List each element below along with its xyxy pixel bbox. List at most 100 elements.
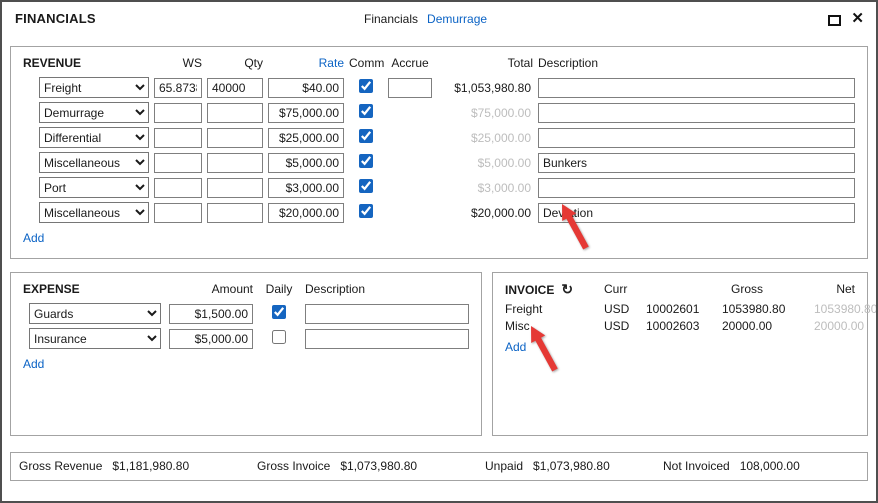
- ws-input[interactable]: [154, 128, 202, 148]
- comm-checkbox[interactable]: [359, 204, 373, 218]
- comm-checkbox[interactable]: [359, 79, 373, 93]
- revenue-row: Freight $1,053,980.80: [23, 77, 855, 98]
- rate-input[interactable]: [268, 178, 344, 198]
- qty-input[interactable]: [207, 78, 263, 98]
- ws-input[interactable]: [154, 153, 202, 173]
- not-invoiced-label: Not Invoiced: [663, 459, 730, 473]
- accrue-input[interactable]: [388, 78, 432, 98]
- revenue-row: Demurrage $75,000.00: [23, 102, 855, 123]
- revenue-row: Miscellaneous $5,000.00: [23, 152, 855, 173]
- refresh-icon[interactable]: ↻: [561, 281, 573, 297]
- revenue-add-link[interactable]: Add: [23, 231, 44, 245]
- amount-input[interactable]: [169, 304, 253, 324]
- invoice-row[interactable]: Freight USD 10002601 1053980.80 1053980.…: [505, 302, 855, 316]
- amount-input[interactable]: [169, 329, 253, 349]
- expense-panel: EXPENSE Amount Daily Description Guards …: [10, 272, 482, 436]
- col-header-accrue: Accrue: [388, 56, 432, 70]
- not-invoiced-value: 108,000.00: [740, 459, 800, 473]
- invoice-label: Freight: [505, 302, 600, 316]
- col-header-description: Description: [305, 282, 469, 296]
- col-header-ws: WS: [154, 56, 202, 70]
- invoice-net: 1053980.80: [789, 302, 877, 316]
- invoice-title: INVOICE: [505, 283, 554, 297]
- total-value: $5,000.00: [437, 156, 533, 170]
- ws-input[interactable]: [154, 203, 202, 223]
- ws-input[interactable]: [154, 103, 202, 123]
- gross-invoice-label: Gross Invoice: [257, 459, 330, 473]
- description-input[interactable]: [538, 153, 855, 173]
- revenue-row: Differential $25,000.00: [23, 127, 855, 148]
- expense-row: Guards: [23, 303, 469, 324]
- unpaid-label: Unpaid: [485, 459, 523, 473]
- description-input[interactable]: [538, 78, 855, 98]
- qty-input[interactable]: [207, 178, 263, 198]
- invoice-panel: INVOICE↻ Curr Gross Net Freight USD 1000…: [492, 272, 868, 436]
- close-icon[interactable]: ✕: [851, 10, 864, 28]
- revenue-header-row: REVENUE WS Qty Rate Comm Accrue Total De…: [23, 54, 855, 72]
- title-bar: FINANCIALS Financials Demurrage ✕: [2, 2, 876, 38]
- invoice-net: 20000.00: [776, 319, 864, 333]
- description-input[interactable]: [538, 203, 855, 223]
- qty-input[interactable]: [207, 103, 263, 123]
- revenue-type-select[interactable]: Miscellaneous: [39, 152, 149, 173]
- revenue-type-select[interactable]: Differential: [39, 127, 149, 148]
- financials-window: FINANCIALS Financials Demurrage ✕ REVENU…: [0, 0, 878, 503]
- gross-invoice-value: $1,073,980.80: [340, 459, 417, 473]
- ws-input[interactable]: [154, 78, 202, 98]
- expense-type-select[interactable]: Insurance: [29, 328, 161, 349]
- invoice-number: 10002601: [646, 302, 718, 316]
- qty-input[interactable]: [207, 203, 263, 223]
- col-header-rate[interactable]: Rate: [268, 56, 344, 70]
- tab-demurrage[interactable]: Demurrage: [427, 12, 487, 26]
- window-title: FINANCIALS: [15, 11, 96, 26]
- summary-panel: Gross Revenue$1,181,980.80 Gross Invoice…: [10, 452, 868, 481]
- revenue-type-select[interactable]: Port: [39, 177, 149, 198]
- expense-add-link[interactable]: Add: [23, 357, 44, 371]
- invoice-number: 10002603: [646, 319, 718, 333]
- gross-revenue-label: Gross Revenue: [19, 459, 102, 473]
- daily-checkbox[interactable]: [272, 330, 286, 344]
- expense-type-select[interactable]: Guards: [29, 303, 161, 324]
- description-input[interactable]: [538, 103, 855, 123]
- rate-input[interactable]: [268, 103, 344, 123]
- revenue-type-select[interactable]: Miscellaneous: [39, 202, 149, 223]
- gross-revenue-summary: Gross Revenue$1,181,980.80: [19, 453, 189, 480]
- description-input[interactable]: [305, 329, 469, 349]
- gross-invoice-summary: Gross Invoice $1,073,980.80: [257, 453, 417, 480]
- rate-input[interactable]: [268, 78, 344, 98]
- total-value: $1,053,980.80: [437, 81, 533, 95]
- ws-input[interactable]: [154, 178, 202, 198]
- revenue-title: REVENUE: [23, 56, 149, 70]
- invoice-label: Misc: [505, 319, 600, 333]
- revenue-type-select[interactable]: Demurrage: [39, 102, 149, 123]
- revenue-panel: REVENUE WS Qty Rate Comm Accrue Total De…: [10, 46, 868, 259]
- maximize-icon[interactable]: [828, 15, 841, 26]
- comm-checkbox[interactable]: [359, 104, 373, 118]
- qty-input[interactable]: [207, 128, 263, 148]
- invoice-title-cell: INVOICE ↻: [505, 281, 600, 298]
- description-input[interactable]: [538, 178, 855, 198]
- col-header-comm: Comm: [349, 56, 383, 70]
- total-value: $75,000.00: [437, 106, 533, 120]
- total-value: $3,000.00: [437, 181, 533, 195]
- daily-checkbox[interactable]: [272, 305, 286, 319]
- invoice-gross: 20000.00: [722, 319, 772, 333]
- comm-checkbox[interactable]: [359, 129, 373, 143]
- unpaid-value: $1,073,980.80: [533, 459, 610, 473]
- expense-header-row: EXPENSE Amount Daily Description: [23, 280, 469, 298]
- description-input[interactable]: [305, 304, 469, 324]
- qty-input[interactable]: [207, 153, 263, 173]
- comm-checkbox[interactable]: [359, 154, 373, 168]
- rate-input[interactable]: [268, 128, 344, 148]
- col-header-curr: Curr: [604, 282, 642, 296]
- rate-input[interactable]: [268, 203, 344, 223]
- description-input[interactable]: [538, 128, 855, 148]
- tab-financials[interactable]: Financials: [364, 12, 418, 26]
- invoice-add-link[interactable]: Add: [505, 340, 526, 354]
- comm-checkbox[interactable]: [359, 179, 373, 193]
- nav-tabs: Financials Demurrage: [364, 12, 487, 26]
- invoice-row[interactable]: Misc USD 10002603 20000.00 20000.00: [505, 319, 855, 333]
- rate-input[interactable]: [268, 153, 344, 173]
- revenue-row: Miscellaneous $20,000.00: [23, 202, 855, 223]
- revenue-type-select[interactable]: Freight: [39, 77, 149, 98]
